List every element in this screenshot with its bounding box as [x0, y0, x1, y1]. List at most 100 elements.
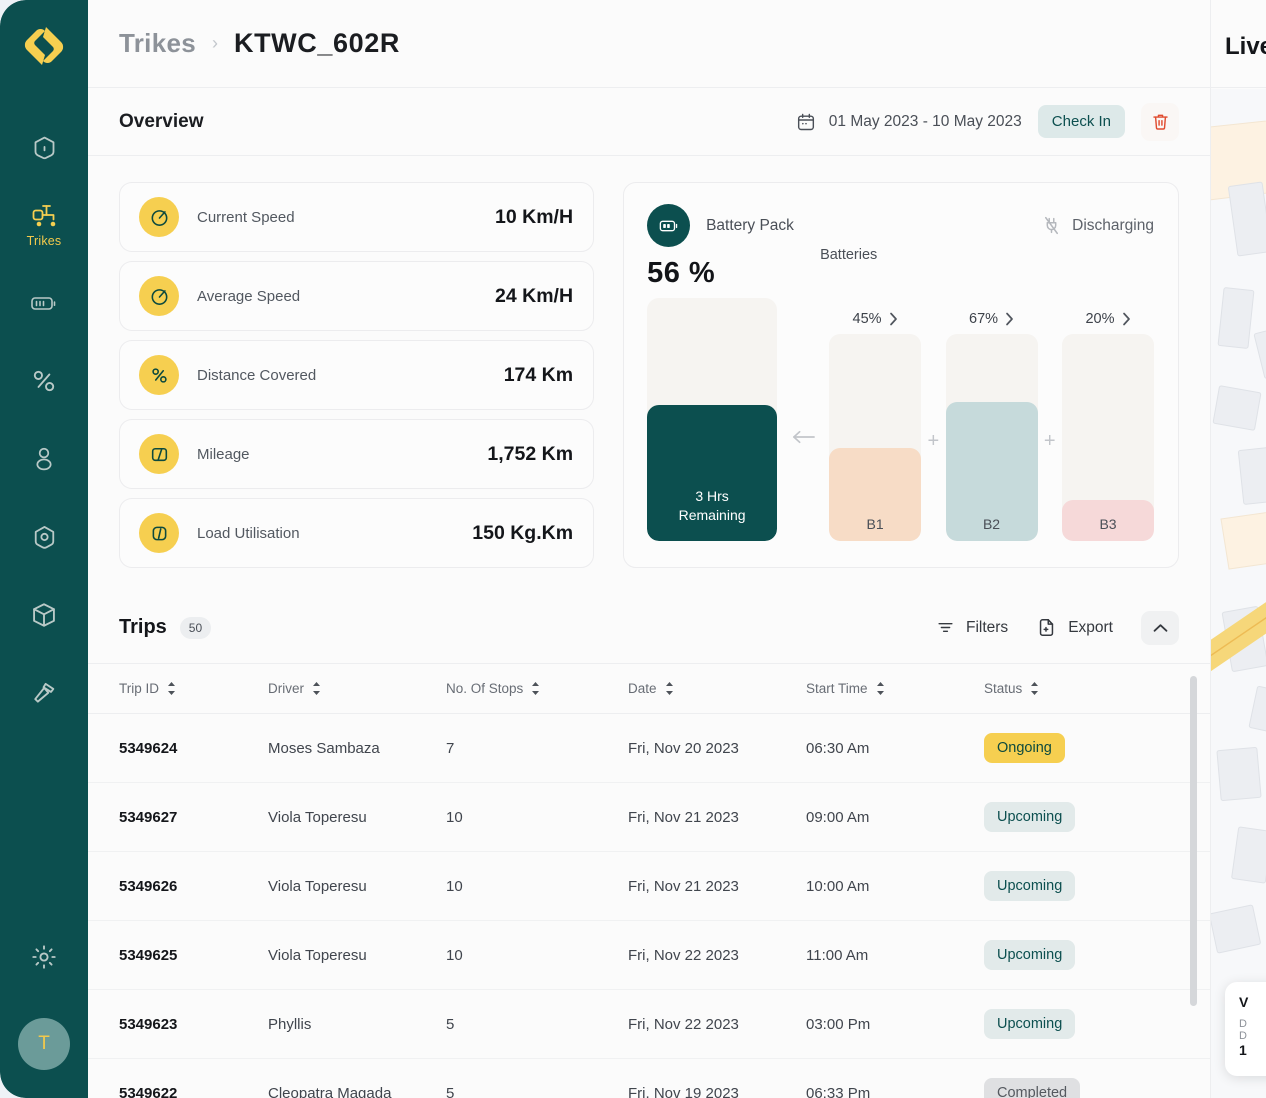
delete-button[interactable] [1141, 103, 1179, 141]
stat-card-mileage: Mileage 1,752 Km [119, 419, 594, 489]
export-label: Export [1068, 619, 1113, 637]
percent-route-icon [139, 355, 179, 395]
live-map-panel: Live [1210, 0, 1266, 1098]
home-icon [31, 134, 58, 161]
avatar[interactable]: T [18, 1018, 70, 1070]
table-row[interactable]: 5349627Viola Toperesu10Fri, Nov 21 20230… [88, 783, 1210, 852]
chevron-right-icon [1005, 312, 1014, 326]
filters-label: Filters [966, 619, 1008, 637]
table-row[interactable]: 5349626Viola Toperesu10Fri, Nov 21 20231… [88, 852, 1210, 921]
battery-cell-link[interactable]: 45% [829, 311, 921, 327]
sort-icon [876, 682, 885, 695]
lightning-logo-icon [24, 25, 64, 67]
sidebar-item-packages[interactable] [0, 576, 88, 654]
stat-value: 10 Km/H [495, 206, 573, 229]
cell-status: Upcoming [984, 921, 1210, 990]
map-canvas[interactable]: V D D 1 [1211, 89, 1266, 1098]
cell-status: Upcoming [984, 852, 1210, 921]
date-range-text: 01 May 2023 - 10 May 2023 [829, 113, 1022, 131]
sidebar-item-locations[interactable] [0, 498, 88, 576]
app-logo[interactable] [16, 18, 72, 74]
live-map-title: Live [1211, 0, 1266, 88]
page-title: KTWC_602R [234, 28, 400, 59]
stat-card-current-speed: Current Speed 10 Km/H [119, 182, 594, 252]
stat-label: Distance Covered [197, 367, 316, 384]
trips-table-body: 5349624Moses Sambaza7Fri, Nov 20 202306:… [88, 714, 1210, 1098]
column-header-status[interactable]: Status [984, 664, 1210, 714]
cell-stops: 5 [446, 990, 628, 1059]
cell-stops: 7 [446, 714, 628, 783]
user-icon [31, 445, 57, 473]
trash-icon [1151, 112, 1170, 131]
battery-status: Discharging [1041, 215, 1154, 236]
stat-label: Load Utilisation [197, 525, 300, 542]
cell-start-time: 09:00 Am [806, 783, 984, 852]
sidebar-item-battery[interactable] [0, 264, 88, 342]
battery-cell-name: B3 [1099, 516, 1116, 532]
sidebar-item-home[interactable] [0, 108, 88, 186]
table-row[interactable]: 5349622Cleopatra Magada5Fri, Nov 19 2023… [88, 1059, 1210, 1098]
status-badge: Upcoming [984, 871, 1075, 901]
cell-driver: Cleopatra Magada [268, 1059, 446, 1098]
trips-table: Trip ID Driver No. Of Stops Date Start T… [88, 664, 1210, 1098]
sidebar-nav: Trikes [0, 108, 88, 732]
battery-cell-name: B1 [867, 516, 884, 532]
breadcrumb-root[interactable]: Trikes [119, 28, 196, 59]
stat-label: Current Speed [197, 209, 295, 226]
pack-percent: 56 % [647, 257, 777, 290]
battery-cell-link[interactable]: 67% [946, 311, 1038, 327]
stats-list: Current Speed 10 Km/H Average Speed 24 K… [119, 182, 594, 568]
column-header-start-time[interactable]: Start Time [806, 664, 984, 714]
cell-date: Fri, Nov 21 2023 [628, 852, 806, 921]
filters-button[interactable]: Filters [936, 618, 1008, 637]
check-in-button[interactable]: Check In [1038, 105, 1125, 138]
sort-icon [531, 682, 540, 695]
speedometer-icon [139, 276, 179, 316]
column-header-date[interactable]: Date [628, 664, 806, 714]
battery-cell-fill: B3 [1062, 500, 1154, 541]
status-badge: Upcoming [984, 802, 1075, 832]
cell-start-time: 10:00 Am [806, 852, 984, 921]
box-icon [30, 601, 58, 629]
table-row[interactable]: 5349625Viola Toperesu10Fri, Nov 22 20231… [88, 921, 1210, 990]
cell-date: Fri, Nov 22 2023 [628, 921, 806, 990]
table-row[interactable]: 5349624Moses Sambaza7Fri, Nov 20 202306:… [88, 714, 1210, 783]
batteries-label: Batteries [820, 247, 877, 263]
gear-icon [30, 943, 58, 971]
cell-stops: 10 [446, 852, 628, 921]
metrics-section: Current Speed 10 Km/H Average Speed 24 K… [88, 156, 1210, 568]
load-gauge-icon [139, 513, 179, 553]
cell-start-time: 06:30 Am [806, 714, 984, 783]
plus-icon: + [921, 430, 945, 541]
export-button[interactable]: Export [1036, 617, 1113, 638]
sidebar-item-settings[interactable] [18, 918, 70, 996]
battery-pack-title: Battery Pack [706, 217, 794, 235]
battery-cell-fill: B1 [829, 448, 921, 541]
table-row[interactable]: 5349623Phyllis5Fri, Nov 22 202303:00 PmU… [88, 990, 1210, 1059]
stat-label: Mileage [197, 446, 250, 463]
map-info-card: V D D 1 [1225, 982, 1266, 1076]
stat-card-distance-covered: Distance Covered 174 Km [119, 340, 594, 410]
cell-driver: Viola Toperesu [268, 921, 446, 990]
trips-title: Trips [119, 616, 167, 639]
sidebar-item-drivers[interactable] [0, 420, 88, 498]
cell-trip-id: 5349625 [88, 921, 268, 990]
sidebar-item-maintenance[interactable] [0, 654, 88, 732]
column-label: Trip ID [119, 681, 159, 696]
cell-date: Fri, Nov 20 2023 [628, 714, 806, 783]
location-pin-icon [31, 524, 58, 551]
table-scrollbar[interactable] [1190, 676, 1197, 1006]
sidebar-item-trikes[interactable]: Trikes [0, 186, 88, 264]
collapse-button[interactable] [1141, 611, 1179, 645]
sidebar-item-analytics[interactable] [0, 342, 88, 420]
stat-value: 150 Kg.Km [472, 522, 573, 545]
battery-cell-link[interactable]: 20% [1062, 311, 1154, 327]
battery-cell-bar: B3 [1062, 334, 1154, 541]
column-header-trip-id[interactable]: Trip ID [88, 664, 268, 714]
column-header-stops[interactable]: No. Of Stops [446, 664, 628, 714]
route-percent-icon [30, 367, 58, 395]
cell-status: Completed [984, 1059, 1210, 1098]
app-window: Trikes [0, 0, 1266, 1098]
date-range-picker[interactable]: 01 May 2023 - 10 May 2023 [796, 112, 1022, 132]
column-header-driver[interactable]: Driver [268, 664, 446, 714]
